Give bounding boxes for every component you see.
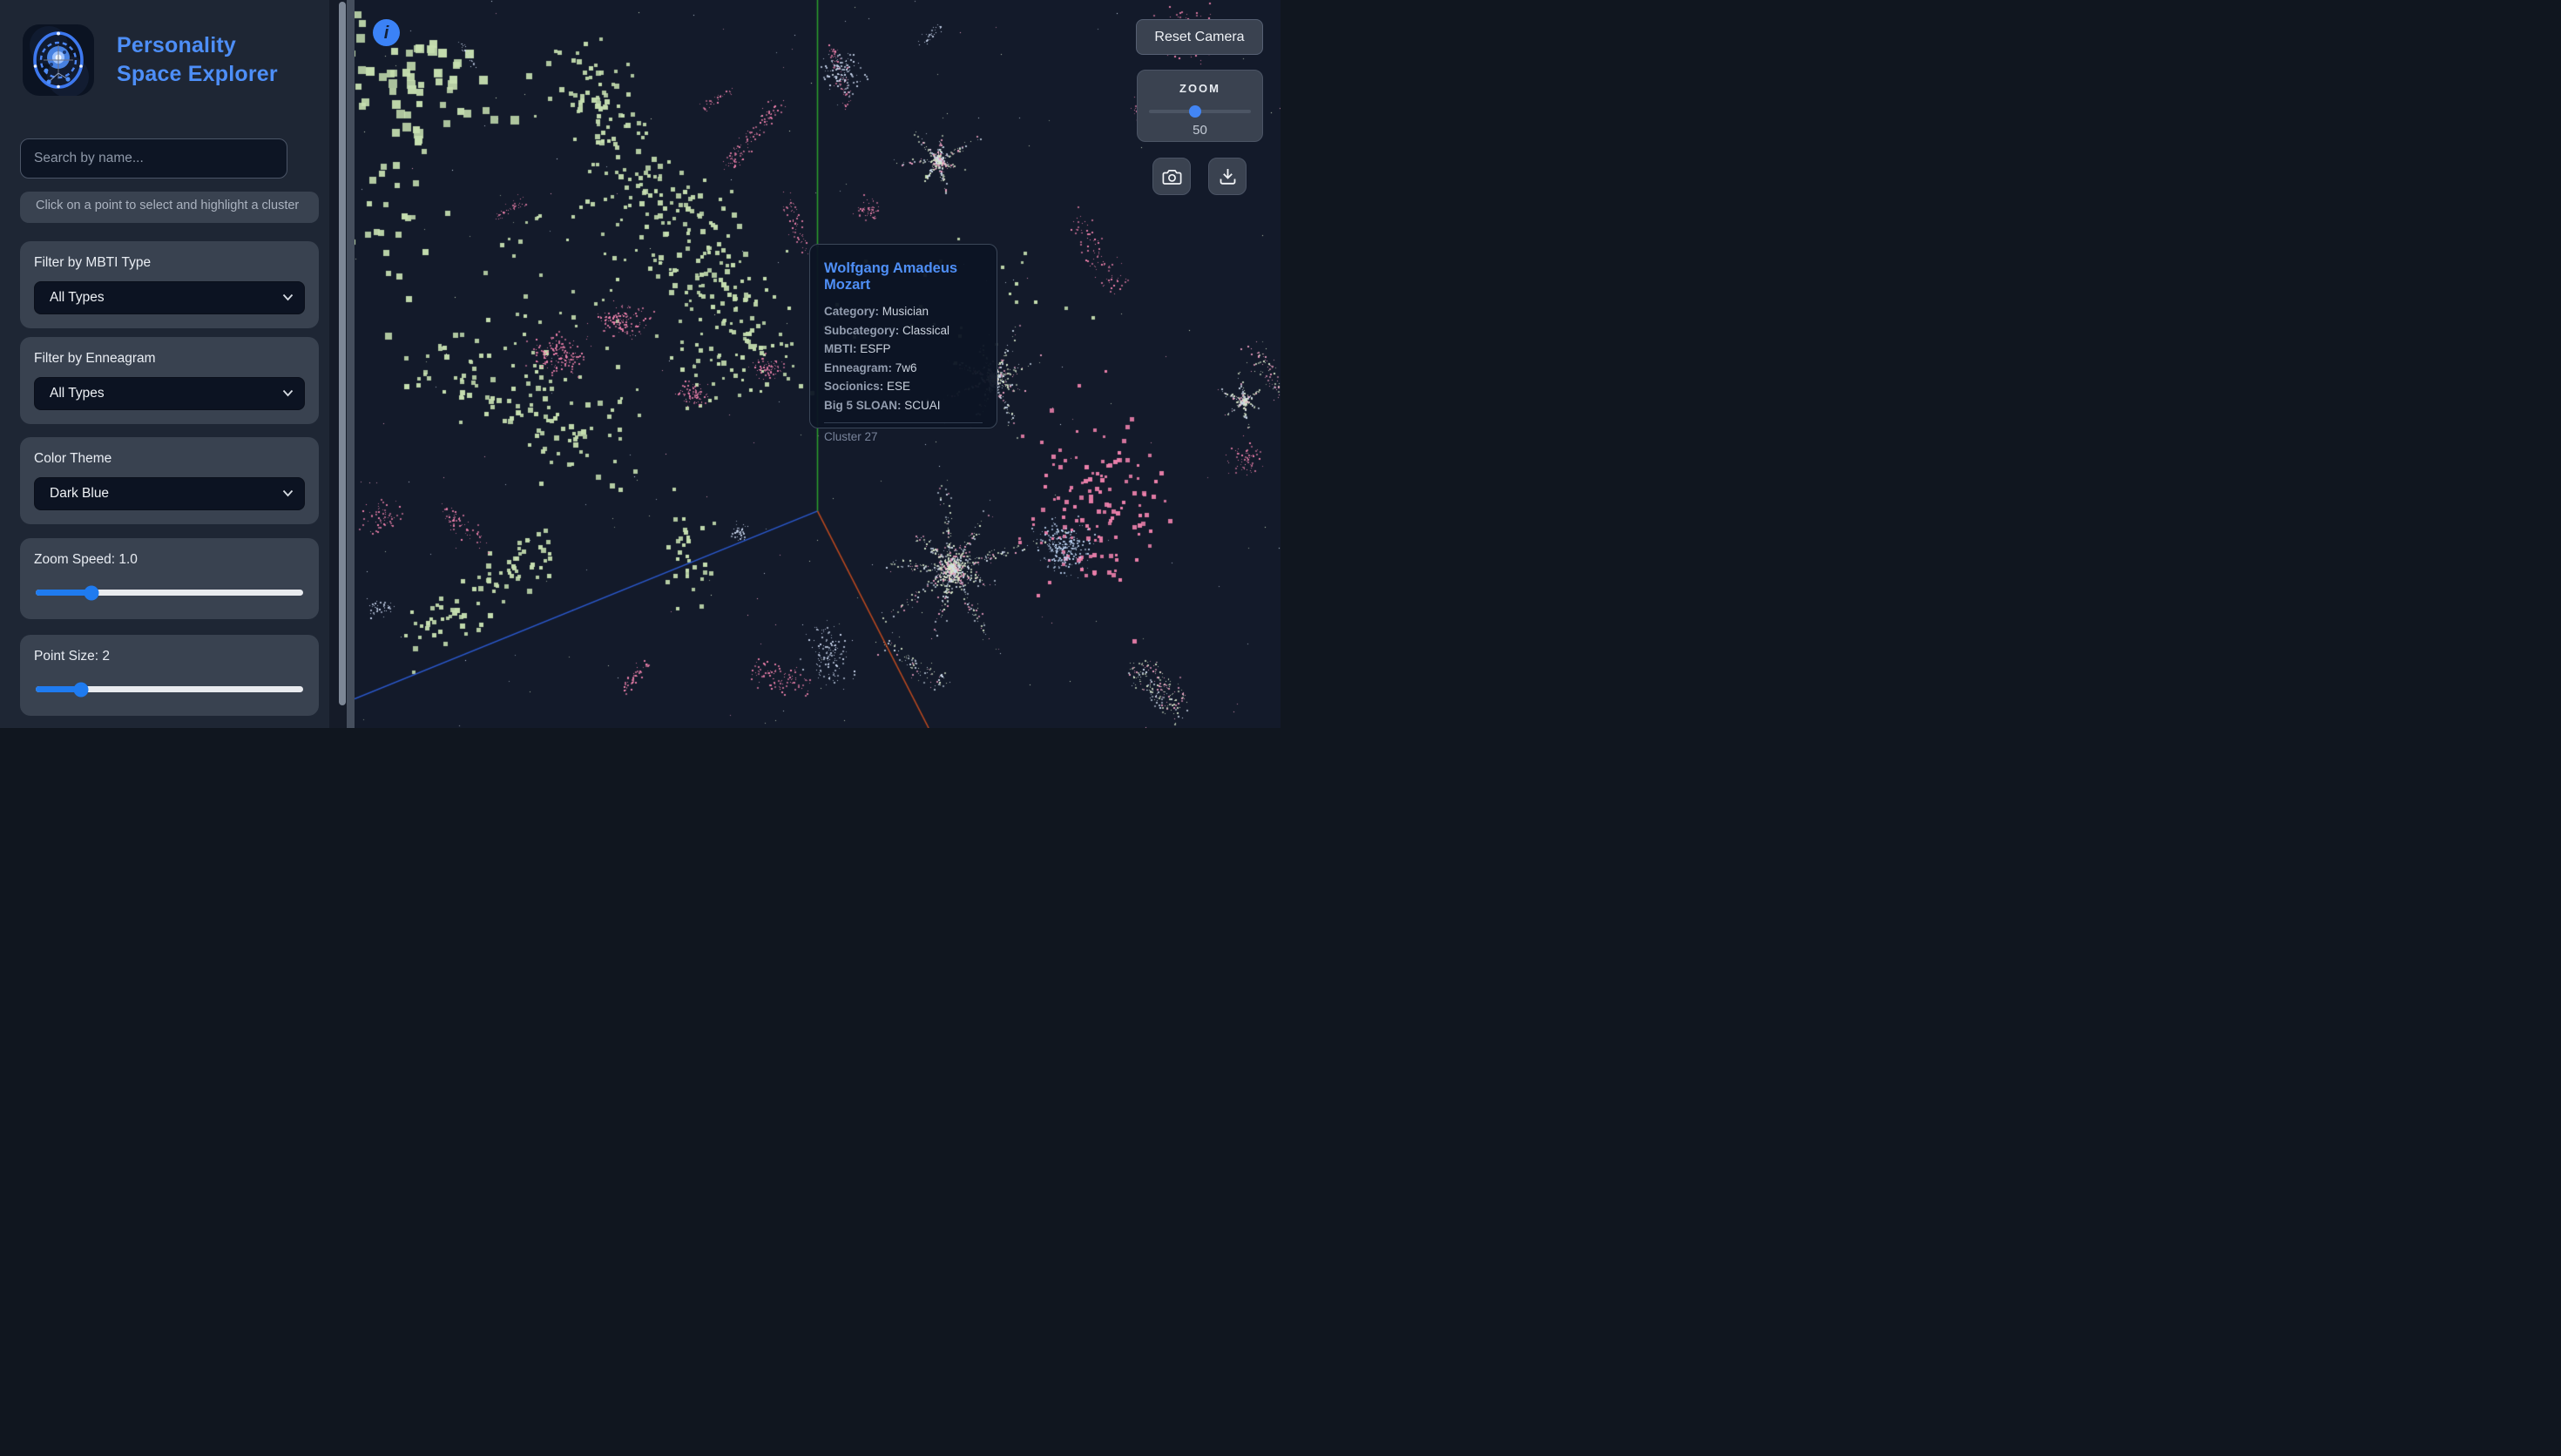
mbti-select-wrap: All Types — [34, 281, 305, 314]
tooltip-row: Enneagram: 7w6 — [824, 359, 983, 378]
sidebar-divider — [347, 0, 355, 728]
tooltip-divider — [824, 422, 983, 423]
tooltip-row: Big 5 SLOAN: SCUAI — [824, 396, 983, 415]
sidebar: Personality Space Explorer Click on a po… — [0, 0, 329, 728]
info-button[interactable]: i — [373, 19, 400, 46]
download-icon — [1219, 167, 1237, 185]
tooltip-cluster-label: Cluster 27 — [824, 430, 983, 443]
search-input[interactable] — [20, 138, 287, 179]
tooltip-row: Category: Musician — [824, 302, 983, 321]
slider-thumb[interactable] — [74, 682, 89, 697]
zoom-speed-card: Zoom Speed: 1.0 — [20, 538, 319, 619]
color-theme-card: Color Theme Dark Blue — [20, 437, 319, 524]
filter-card-mbti: Filter by MBTI Type All Types — [20, 241, 319, 328]
color-theme-select[interactable]: Dark Blue — [34, 477, 305, 510]
slider-thumb[interactable] — [84, 585, 99, 600]
slider-fill — [36, 590, 91, 596]
reset-camera-button[interactable]: Reset Camera — [1136, 19, 1263, 55]
zoom-value: 50 — [1138, 123, 1262, 138]
screenshot-button[interactable] — [1152, 158, 1191, 195]
point-size-label: Point Size: 2 — [34, 649, 305, 664]
camera-icon — [1162, 168, 1182, 185]
color-theme-label: Color Theme — [34, 451, 305, 467]
tooltip-title: Wolfgang Amadeus Mozart — [824, 260, 983, 293]
app-logo-icon — [23, 24, 94, 96]
enneagram-select[interactable]: All Types — [34, 377, 305, 410]
enneagram-filter-label: Filter by Enneagram — [34, 351, 305, 367]
mbti-select[interactable]: All Types — [34, 281, 305, 314]
hint-banner: Click on a point to select and highlight… — [20, 192, 319, 223]
enneagram-select-wrap: All Types — [34, 377, 305, 410]
point-tooltip: Wolfgang Amadeus Mozart Category: Musici… — [809, 244, 997, 428]
point-size-slider[interactable] — [36, 682, 303, 697]
tooltip-row: Subcategory: Classical — [824, 321, 983, 340]
page-title: Personality Space Explorer — [117, 31, 278, 89]
app-window: Personality Space Explorer Click on a po… — [0, 0, 1280, 728]
sidebar-scrollbar — [329, 0, 347, 728]
point-size-card: Point Size: 2 — [20, 635, 319, 716]
download-button[interactable] — [1208, 158, 1247, 195]
brand: Personality Space Explorer — [23, 24, 329, 96]
zoom-slider[interactable] — [1149, 105, 1251, 117]
mbti-filter-label: Filter by MBTI Type — [34, 255, 305, 271]
zoom-panel-label: ZOOM — [1138, 82, 1262, 95]
info-icon: i — [384, 24, 389, 43]
page-title-line1: Personality — [117, 31, 278, 60]
zoom-slider-thumb[interactable] — [1189, 105, 1201, 118]
zoom-speed-label: Zoom Speed: 1.0 — [34, 552, 305, 568]
sidebar-scrollbar-thumb[interactable] — [339, 2, 346, 705]
color-theme-select-wrap: Dark Blue — [34, 477, 305, 510]
scatter-viewport: i Reset Camera ZOOM 50 Wolfga — [355, 0, 1280, 728]
zoom-panel: ZOOM 50 — [1137, 70, 1263, 142]
tooltip-row: Socionics: ESE — [824, 377, 983, 396]
tooltip-rows: Category: MusicianSubcategory: Classical… — [824, 302, 983, 415]
filter-card-enneagram: Filter by Enneagram All Types — [20, 337, 319, 424]
tooltip-row: MBTI: ESFP — [824, 340, 983, 359]
zoom-speed-slider[interactable] — [36, 585, 303, 600]
page-title-line2: Space Explorer — [117, 60, 278, 89]
